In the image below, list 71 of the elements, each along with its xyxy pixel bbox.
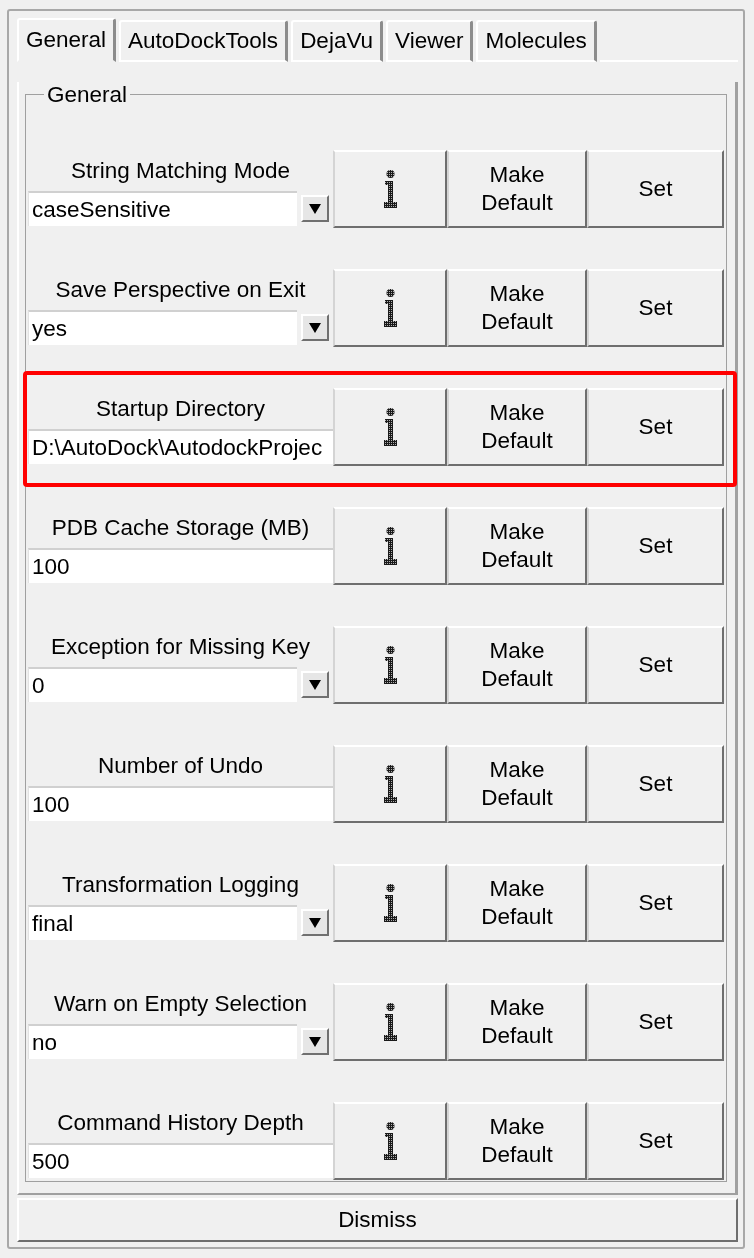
make-default-button[interactable]: Make Default [447,388,587,466]
down-triangle-icon [309,1036,321,1047]
make-default-button[interactable]: Make Default [447,626,587,704]
group-title: General [46,82,129,107]
tab[interactable]: AutoDockTools [119,20,289,62]
set-button[interactable]: Set [587,626,724,704]
dismiss-button[interactable]: Dismiss [17,1198,738,1242]
tab[interactable]: DejaVu [291,20,384,62]
dropdown-field[interactable]: caseSensitive [28,191,297,226]
info-icon [382,289,398,327]
text-field[interactable]: 100 [28,786,333,821]
dropdown-button[interactable] [301,909,329,936]
dropdown-field[interactable]: yes [28,310,297,345]
info-icon [382,646,398,684]
setting-label: String Matching Mode [71,158,290,183]
info-button[interactable] [333,745,447,823]
info-button[interactable] [333,626,447,704]
info-icon [382,408,398,446]
make-default-button[interactable]: Make Default [447,864,587,942]
make-default-button[interactable]: Make Default [447,507,587,585]
make-default-button[interactable]: Make Default [447,1102,587,1180]
info-icon [382,170,398,208]
info-icon [382,1003,398,1041]
down-triangle-icon [309,679,321,690]
info-button[interactable] [333,983,447,1061]
tab[interactable]: General [17,18,117,62]
info-button[interactable] [333,1102,447,1180]
set-button[interactable]: Set [587,150,724,228]
dropdown-field[interactable]: 0 [28,667,297,702]
info-button[interactable] [333,507,447,585]
info-button[interactable] [333,388,447,466]
dropdown-button[interactable] [301,671,329,698]
set-button[interactable]: Set [587,269,724,347]
dropdown-button[interactable] [301,314,329,341]
info-icon [382,765,398,803]
info-icon [382,527,398,565]
text-field[interactable]: D:\AutoDock\AutodockProjec [28,429,333,464]
setting-label: Startup Directory [96,396,265,421]
dropdown-field[interactable]: final [28,905,297,940]
set-button[interactable]: Set [587,864,724,942]
setting-label: PDB Cache Storage (MB) [51,515,310,540]
setting-label: Command History Depth [57,1110,304,1135]
dropdown-button[interactable] [301,195,329,222]
setting-label: Save Perspective on Exit [55,277,306,302]
down-triangle-icon [309,203,321,214]
info-button[interactable] [333,864,447,942]
set-button[interactable]: Set [587,1102,724,1180]
info-button[interactable] [333,269,447,347]
make-default-button[interactable]: Make Default [447,745,587,823]
tab[interactable]: Molecules [476,20,597,62]
down-triangle-icon [309,322,321,333]
info-button[interactable] [333,150,447,228]
set-button[interactable]: Set [587,983,724,1061]
make-default-button[interactable]: Make Default [447,983,587,1061]
down-triangle-icon [309,917,321,928]
info-icon [382,1122,398,1160]
text-field[interactable]: 100 [28,548,333,583]
dropdown-field[interactable]: no [28,1024,297,1059]
tab[interactable]: Viewer [386,20,474,62]
make-default-button[interactable]: Make Default [447,269,587,347]
setting-label: Exception for Missing Key [51,634,310,659]
make-default-button[interactable]: Make Default [447,150,587,228]
setting-label: Warn on Empty Selection [54,991,307,1016]
text-field[interactable]: 500 [28,1143,333,1178]
set-button[interactable]: Set [587,507,724,585]
set-button[interactable]: Set [587,388,724,466]
setting-label: Transformation Logging [62,872,299,897]
set-button[interactable]: Set [587,745,724,823]
setting-label: Number of Undo [97,753,264,778]
info-icon [382,884,398,922]
dropdown-button[interactable] [301,1028,329,1055]
